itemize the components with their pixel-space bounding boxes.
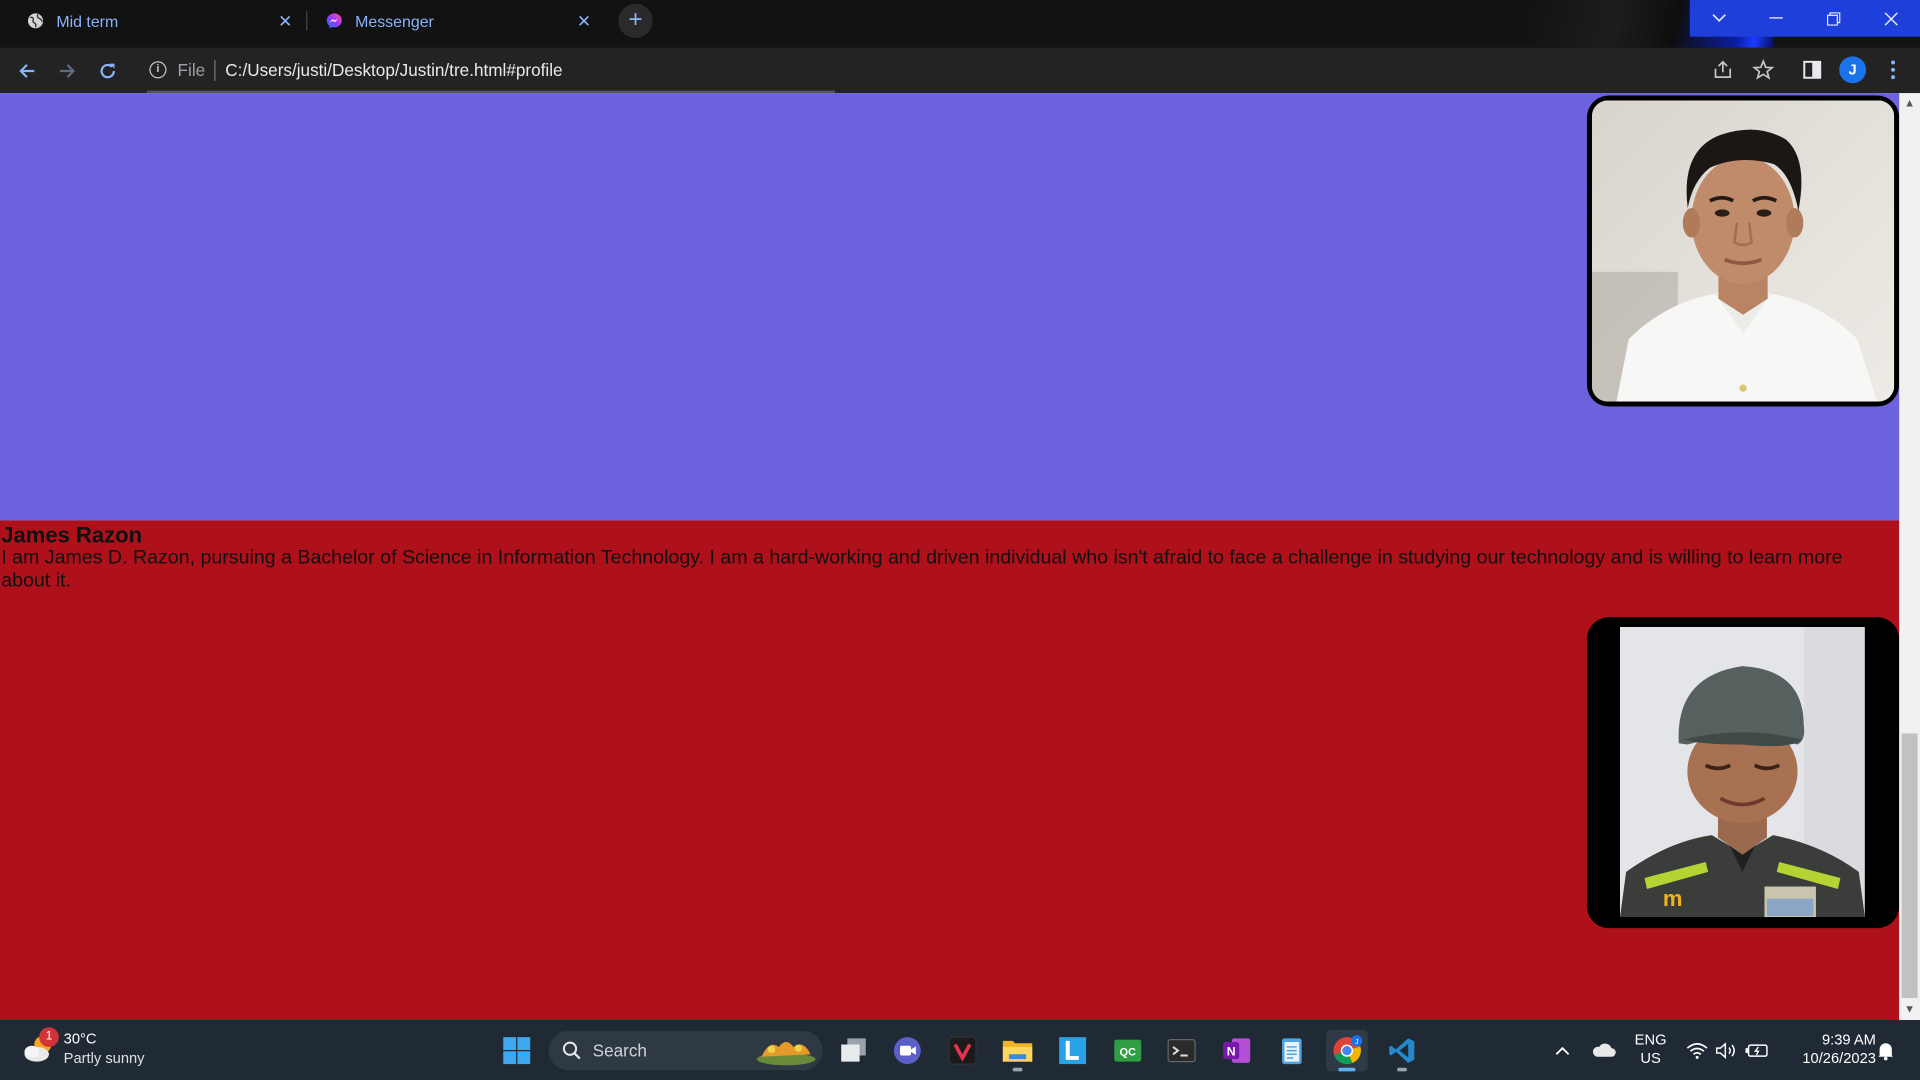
- page-viewport: James Razon I am James D. Razon, pursuin…: [0, 93, 1900, 1021]
- close-tab-icon[interactable]: ✕: [272, 10, 299, 31]
- window-controls: [1689, 0, 1920, 37]
- file-explorer-app[interactable]: [997, 1030, 1039, 1072]
- search-label: Search: [592, 1040, 647, 1061]
- running-indicator: [1397, 1067, 1407, 1072]
- search-highlight-icon: [756, 1042, 816, 1066]
- chrome-icon: J: [1333, 1035, 1363, 1065]
- notification-badge: 1: [39, 1027, 59, 1047]
- task-view-icon: [841, 1038, 866, 1062]
- vsco-app[interactable]: [942, 1030, 984, 1072]
- scroll-down-arrow-icon[interactable]: ▼: [1899, 999, 1920, 1020]
- scrollbar-thumb[interactable]: [1901, 733, 1918, 998]
- svg-text:m: m: [1663, 886, 1683, 911]
- onedrive-cloud-icon[interactable]: [1589, 1020, 1618, 1080]
- profile-photo-frame: m: [1586, 617, 1900, 929]
- search-icon: [562, 1041, 581, 1060]
- task-view-button[interactable]: [833, 1030, 875, 1072]
- terminal-icon: [1167, 1038, 1196, 1063]
- folder-icon: [1002, 1040, 1033, 1062]
- profile-photo-frame: [1586, 95, 1900, 407]
- running-indicator: [1012, 1067, 1023, 1072]
- onenote-icon: N: [1223, 1038, 1251, 1063]
- taskbar: 1 30°C Partly sunny Search QC N J ENG US…: [0, 1020, 1920, 1080]
- bookmark-star-icon[interactable]: [1750, 56, 1777, 83]
- scroll-up-arrow-icon[interactable]: ▲: [1899, 93, 1920, 114]
- minimize-button[interactable]: [1747, 0, 1805, 37]
- side-panel-icon[interactable]: [1799, 56, 1826, 83]
- restore-button[interactable]: [1805, 0, 1863, 37]
- menu-kebab-icon[interactable]: [1880, 56, 1907, 83]
- tab-title: Mid term: [56, 11, 119, 31]
- qc-logo-icon: QC: [1114, 1039, 1142, 1062]
- show-hidden-icons-chevron-icon[interactable]: [1550, 1020, 1574, 1080]
- globe-icon: [28, 13, 44, 29]
- reload-button[interactable]: [93, 56, 122, 85]
- tab-search-icon[interactable]: [1690, 0, 1748, 37]
- qc-app[interactable]: QC: [1107, 1030, 1149, 1072]
- reload-icon: [100, 63, 115, 79]
- tab-mid-term[interactable]: Mid term ✕: [0, 0, 306, 42]
- messenger-icon: [326, 13, 342, 29]
- screen: Mid term ✕ Messenger ✕ + i File C:/Users…: [0, 0, 1920, 1080]
- profile-photo: [1591, 100, 1895, 402]
- volume-icon[interactable]: [1714, 1020, 1738, 1080]
- weather-temperature: 30°C: [63, 1029, 97, 1047]
- tab-strip: Mid term ✕ Messenger ✕ +: [0, 0, 1920, 48]
- taskbar-search[interactable]: Search: [548, 1031, 823, 1071]
- arrow-left-icon: [19, 64, 35, 78]
- l-logo-icon: [1059, 1037, 1087, 1065]
- battery-icon[interactable]: [1744, 1020, 1771, 1080]
- url-text[interactable]: C:/Users/justi/Desktop/Justin/tre.html#p…: [225, 60, 562, 80]
- svg-text:QC: QC: [1119, 1047, 1136, 1059]
- windows-logo-icon: [503, 1037, 531, 1065]
- weather-condition: Partly sunny: [63, 1049, 145, 1067]
- browser-toolbar: i File C:/Users/justi/Desktop/Justin/tre…: [0, 47, 1920, 94]
- close-window-button[interactable]: [1862, 0, 1920, 37]
- language-code: ENG: [1634, 1031, 1667, 1049]
- vscode-icon: [1389, 1038, 1415, 1063]
- back-button[interactable]: [12, 56, 41, 85]
- running-indicator: [1338, 1067, 1356, 1072]
- profile-section-red: James Razon I am James D. Razon, pursuin…: [0, 520, 1900, 1021]
- tab-messenger[interactable]: Messenger ✕: [299, 0, 605, 42]
- arrow-right-icon: [60, 64, 76, 78]
- start-button[interactable]: [496, 1030, 538, 1072]
- clock-date: 10/26/2023: [1802, 1049, 1876, 1067]
- weather-widget[interactable]: 1 30°C Partly sunny: [22, 1027, 193, 1074]
- notepad-icon: [1282, 1038, 1302, 1065]
- notepad-app[interactable]: [1271, 1030, 1313, 1072]
- member-bio: I am James D. Razon, pursuing a Bachelor…: [1, 547, 1843, 592]
- input-language[interactable]: ENG US: [1626, 1031, 1675, 1068]
- wifi-icon[interactable]: [1685, 1020, 1709, 1080]
- member-name: James Razon: [1, 522, 143, 548]
- taskbar-clock[interactable]: 9:39 AM 10/26/2023: [1778, 1031, 1876, 1068]
- forward-button[interactable]: [53, 56, 82, 85]
- url-scheme-label: File: [177, 60, 206, 80]
- share-icon[interactable]: [1709, 56, 1736, 83]
- profile-photo: m: [1620, 626, 1865, 918]
- profile-avatar[interactable]: J: [1839, 56, 1867, 84]
- profile-section-purple: [0, 93, 1900, 521]
- lucid-app[interactable]: [1052, 1030, 1094, 1072]
- omnibox-divider: [214, 60, 216, 81]
- onenote-app[interactable]: N: [1216, 1030, 1258, 1072]
- terminal-app[interactable]: [1161, 1030, 1203, 1072]
- v-logo-icon: [948, 1036, 977, 1065]
- address-bar[interactable]: i File C:/Users/justi/Desktop/Justin/tre…: [135, 51, 1788, 89]
- keyboard-region: US: [1640, 1049, 1661, 1067]
- video-chat-icon: [893, 1037, 921, 1065]
- close-tab-icon[interactable]: ✕: [571, 10, 598, 31]
- svg-text:N: N: [1227, 1045, 1236, 1059]
- clock-time: 9:39 AM: [1822, 1031, 1876, 1049]
- svg-text:J: J: [1355, 1037, 1359, 1046]
- vscode-app[interactable]: [1381, 1030, 1423, 1072]
- vertical-scrollbar[interactable]: ▲ ▼: [1899, 93, 1920, 1021]
- meet-app[interactable]: [887, 1030, 929, 1072]
- notification-bell-icon[interactable]: [1873, 1020, 1897, 1080]
- info-icon[interactable]: i: [149, 61, 167, 79]
- chrome-app[interactable]: J: [1326, 1029, 1368, 1072]
- new-tab-button[interactable]: +: [618, 3, 653, 38]
- tab-title: Messenger: [355, 11, 434, 31]
